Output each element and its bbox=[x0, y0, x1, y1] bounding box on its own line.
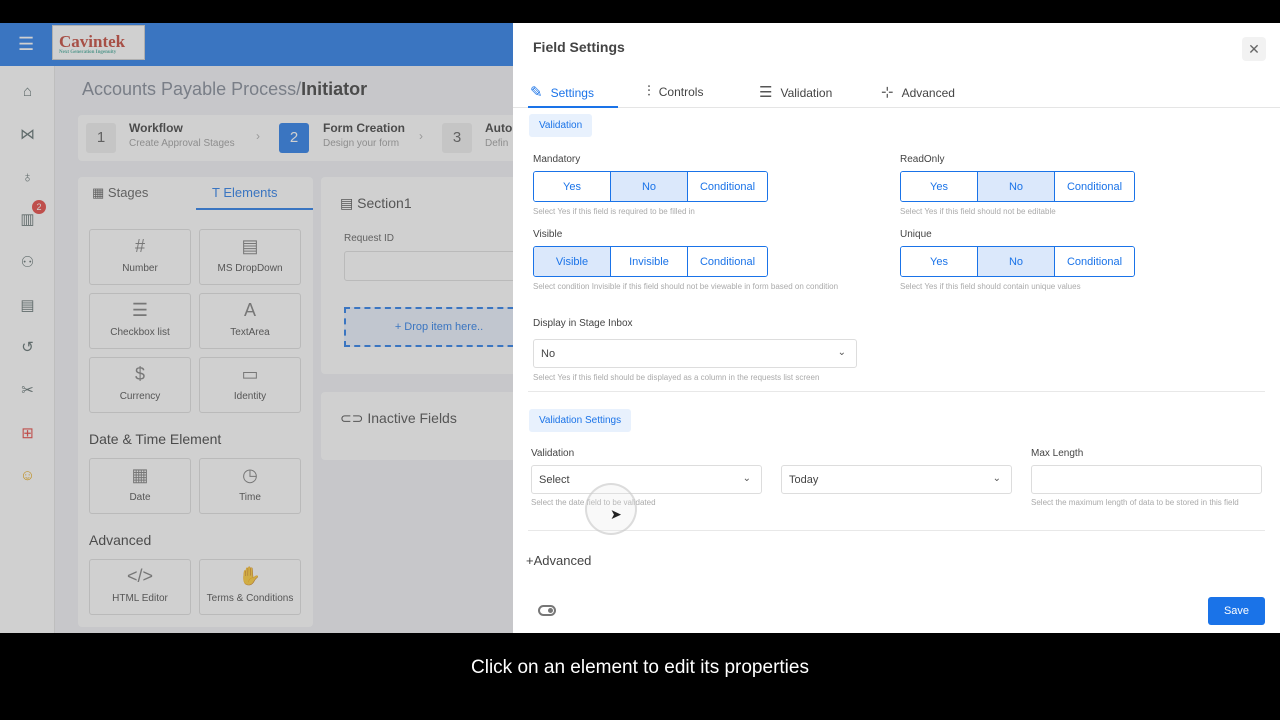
stage-inbox-hint: Select Yes if this field should be displ… bbox=[533, 373, 820, 382]
adjust-icon: ⊹ bbox=[881, 84, 894, 101]
tab-validation-label: Validation bbox=[780, 86, 833, 100]
tab-validation[interactable]: ☰ Validation bbox=[759, 83, 832, 105]
stage-inbox-value: No bbox=[541, 348, 556, 360]
unique-no[interactable]: No bbox=[978, 247, 1055, 276]
readonly-label: ReadOnly bbox=[900, 154, 945, 165]
chevron-down-icon: ⌄ bbox=[742, 473, 751, 484]
close-icon[interactable]: ✕ bbox=[1242, 37, 1266, 61]
visible-conditional[interactable]: Conditional bbox=[688, 247, 767, 276]
toggle-knob bbox=[548, 608, 553, 613]
mandatory-yes[interactable]: Yes bbox=[534, 172, 611, 201]
save-button[interactable]: Save bbox=[1208, 597, 1265, 625]
max-length-label: Max Length bbox=[1031, 448, 1084, 459]
toggle-switch[interactable] bbox=[538, 605, 556, 616]
mandatory-toggle: Yes No Conditional bbox=[533, 171, 768, 202]
sliders-icon: ⫶ bbox=[647, 83, 651, 100]
tab-controls-label: Controls bbox=[658, 85, 704, 99]
readonly-toggle: Yes No Conditional bbox=[900, 171, 1135, 202]
app-frame: ☰ Cavintek Next Generation Ingenuity ⌂ ⋈ … bbox=[0, 23, 1280, 633]
validation-date-select[interactable]: Today ⌄ bbox=[781, 465, 1012, 494]
advanced-expander[interactable]: +Advanced bbox=[526, 553, 591, 568]
cursor-icon: ➤ bbox=[610, 506, 622, 522]
stage-inbox-select[interactable]: No ⌄ bbox=[533, 339, 857, 368]
drawer-title: Field Settings bbox=[533, 39, 625, 55]
readonly-conditional[interactable]: Conditional bbox=[1055, 172, 1134, 201]
max-length-hint: Select the maximum length of data to be … bbox=[1031, 498, 1239, 507]
tab-underline bbox=[528, 106, 618, 108]
mandatory-conditional[interactable]: Conditional bbox=[688, 172, 767, 201]
validation-select[interactable]: Select ⌄ bbox=[531, 465, 762, 494]
readonly-yes[interactable]: Yes bbox=[901, 172, 978, 201]
validation-value: Select bbox=[539, 474, 570, 486]
mandatory-label: Mandatory bbox=[533, 154, 581, 165]
mandatory-no[interactable]: No bbox=[611, 172, 688, 201]
field-settings-drawer: Field Settings ✕ ✎ Settings ⫶ Controls ☰ Va… bbox=[513, 23, 1280, 633]
tab-advanced-label: Advanced bbox=[901, 86, 955, 100]
validation-label: Validation bbox=[531, 448, 575, 459]
unique-toggle: Yes No Conditional bbox=[900, 246, 1135, 277]
validation-date-value: Today bbox=[789, 474, 819, 486]
validation-pill: Validation bbox=[529, 114, 593, 137]
unique-conditional[interactable]: Conditional bbox=[1055, 247, 1134, 276]
tab-advanced[interactable]: ⊹ Advanced bbox=[881, 83, 955, 105]
tab-divider bbox=[513, 107, 1280, 108]
divider bbox=[528, 530, 1265, 531]
visible-toggle: Visible Invisible Conditional bbox=[533, 246, 768, 277]
tab-settings[interactable]: ✎ Settings bbox=[530, 83, 594, 105]
visible-visible[interactable]: Visible bbox=[534, 247, 611, 276]
validation-settings-pill: Validation Settings bbox=[529, 409, 632, 432]
stage-inbox-label: Display in Stage Inbox bbox=[533, 318, 633, 329]
visible-hint: Select condition Invisible if this field… bbox=[533, 282, 839, 291]
tab-controls[interactable]: ⫶ Controls bbox=[647, 83, 703, 105]
unique-yes[interactable]: Yes bbox=[901, 247, 978, 276]
tab-settings-label: Settings bbox=[550, 86, 594, 100]
caption: Click on an element to edit its properti… bbox=[0, 633, 1280, 720]
unique-label: Unique bbox=[900, 229, 932, 240]
visible-label: Visible bbox=[533, 229, 563, 240]
unique-hint: Select Yes if this field should contain … bbox=[900, 282, 1081, 291]
chevron-down-icon: ⌄ bbox=[837, 347, 846, 358]
divider bbox=[528, 391, 1265, 392]
modal-overlay[interactable] bbox=[0, 23, 513, 633]
chevron-down-icon: ⌄ bbox=[992, 473, 1001, 484]
readonly-hint: Select Yes if this field should not be e… bbox=[900, 207, 1056, 216]
readonly-no[interactable]: No bbox=[978, 172, 1055, 201]
max-length-input[interactable] bbox=[1031, 465, 1262, 494]
mandatory-hint: Select Yes if this field is required to … bbox=[533, 207, 695, 216]
visible-invisible[interactable]: Invisible bbox=[611, 247, 688, 276]
checklist-icon: ☰ bbox=[759, 84, 773, 101]
settings-icon: ✎ bbox=[530, 84, 543, 101]
